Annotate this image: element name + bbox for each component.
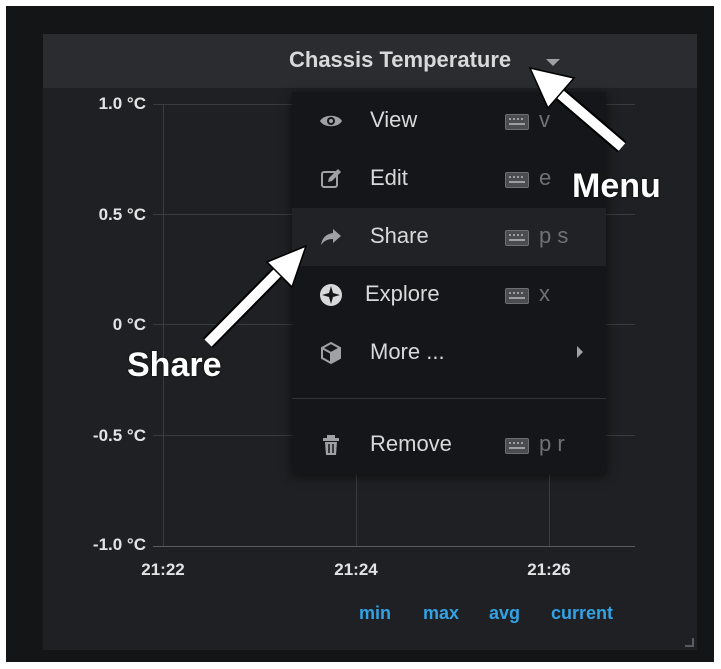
- menu-callout-label: Menu: [572, 167, 661, 205]
- menu-arrow-icon: [528, 66, 627, 153]
- share-callout-label: Share: [127, 346, 222, 384]
- share-arrow-icon: [203, 244, 308, 348]
- annotation-arrows: [203, 66, 627, 348]
- screenshot-frame: Chassis Temperature 1.0 °C 0.5 °C 0 °C -…: [0, 0, 721, 669]
